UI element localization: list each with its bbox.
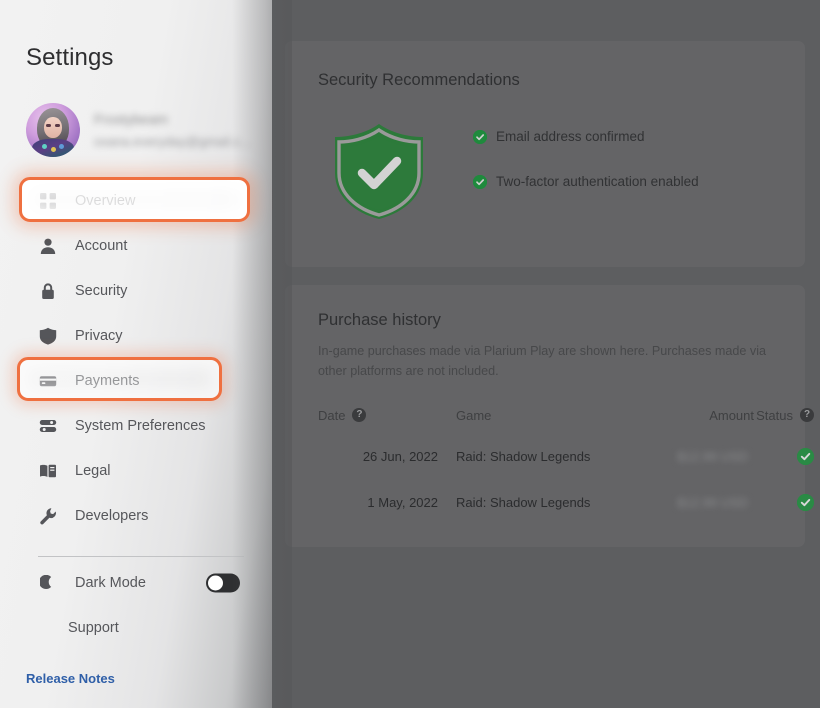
sidebar-item-system-preferences[interactable]: System Preferences bbox=[0, 403, 272, 448]
shield-icon bbox=[38, 326, 57, 345]
sidebar-item-support-label: Support bbox=[68, 620, 119, 636]
cell-amount: $12.99 USD bbox=[646, 495, 754, 510]
check-circle-icon bbox=[797, 494, 814, 511]
sidebar-item-overview[interactable]: Overview bbox=[0, 178, 272, 223]
profile-email: oxana.everyday@gmail.c... bbox=[94, 134, 251, 149]
security-items-list: Email address confirmed Two-factor authe… bbox=[473, 129, 699, 189]
security-recommendations-card: Security Recommendations bbox=[285, 41, 805, 267]
sidebar-item-overview-label: Overview bbox=[75, 193, 135, 209]
book-icon bbox=[38, 461, 57, 480]
column-header-status: Status ? bbox=[754, 408, 814, 423]
sidebar-item-security-label: Security bbox=[75, 283, 127, 299]
table-row[interactable]: 1 May, 2022 Raid: Shadow Legends $12.99 … bbox=[285, 479, 805, 525]
person-icon bbox=[38, 236, 57, 255]
cell-status bbox=[754, 448, 814, 465]
settings-sidebar: Settings Frostybeam oxana.everyday@gmail… bbox=[0, 0, 272, 708]
moon-icon bbox=[38, 573, 57, 592]
sidebar-item-payments[interactable]: Payments bbox=[0, 358, 272, 403]
sidebar-item-account[interactable]: Account bbox=[0, 223, 272, 268]
column-header-amount-label: Amount bbox=[709, 408, 754, 423]
security-card-title: Security Recommendations bbox=[318, 71, 520, 90]
wrench-icon bbox=[38, 506, 57, 525]
dark-mode-row[interactable]: Dark Mode bbox=[0, 560, 272, 605]
sidebar-item-developers[interactable]: Developers bbox=[0, 493, 272, 538]
purchase-card-title: Purchase history bbox=[318, 311, 441, 330]
toggle-knob bbox=[208, 575, 223, 590]
purchase-history-card: Purchase history In-game purchases made … bbox=[285, 285, 805, 547]
help-icon[interactable]: ? bbox=[800, 408, 814, 422]
sidebar-item-privacy[interactable]: Privacy bbox=[0, 313, 272, 358]
cell-amount: $12.99 USD bbox=[646, 449, 754, 464]
column-header-game: Game bbox=[456, 408, 646, 423]
column-header-amount: Amount bbox=[646, 408, 754, 423]
sidebar-nav: Overview Account Secur bbox=[0, 178, 272, 538]
release-notes-link[interactable]: Release Notes bbox=[26, 671, 115, 686]
cell-date: 1 May, 2022 bbox=[318, 495, 456, 510]
shield-check-icon bbox=[331, 121, 427, 221]
credit-card-icon bbox=[38, 371, 57, 390]
sidebar-item-legal-label: Legal bbox=[75, 463, 110, 479]
column-header-status-label: Status bbox=[756, 408, 793, 423]
lock-icon bbox=[38, 281, 57, 300]
main-content-area: Security Recommendations bbox=[272, 0, 820, 708]
purchase-description: In-game purchases made via Plarium Play … bbox=[318, 342, 790, 381]
security-item-label: Email address confirmed bbox=[496, 129, 645, 144]
sidebar-divider bbox=[38, 556, 244, 557]
page-title: Settings bbox=[26, 44, 114, 72]
cell-game: Raid: Shadow Legends bbox=[456, 495, 646, 510]
profile-username: Frostybeam bbox=[94, 111, 251, 127]
avatar bbox=[26, 103, 80, 157]
user-profile[interactable]: Frostybeam oxana.everyday@gmail.c... bbox=[26, 103, 251, 157]
sidebar-item-system-preferences-label: System Preferences bbox=[75, 418, 206, 434]
table-row[interactable]: 26 Jun, 2022 Raid: Shadow Legends $12.99… bbox=[285, 433, 805, 479]
sidebar-item-support[interactable]: Support bbox=[0, 606, 272, 650]
sidebar-item-account-label: Account bbox=[75, 238, 127, 254]
sidebar-item-security[interactable]: Security bbox=[0, 268, 272, 313]
dark-mode-toggle[interactable] bbox=[206, 573, 240, 592]
cell-status bbox=[754, 494, 814, 511]
sidebar-item-developers-label: Developers bbox=[75, 508, 148, 524]
column-header-date-label: Date bbox=[318, 408, 345, 423]
purchase-history-table: Date ? Game Amount bbox=[285, 397, 805, 525]
sidebar-item-legal[interactable]: Legal bbox=[0, 448, 272, 493]
column-header-game-label: Game bbox=[456, 408, 491, 423]
security-item: Two-factor authentication enabled bbox=[473, 174, 699, 189]
sidebar-item-privacy-label: Privacy bbox=[75, 328, 123, 344]
sidebar-item-payments-label: Payments bbox=[75, 373, 139, 389]
help-icon[interactable]: ? bbox=[352, 408, 366, 422]
settings-window: Security Recommendations bbox=[0, 0, 820, 708]
grid-icon bbox=[38, 191, 57, 210]
security-item: Email address confirmed bbox=[473, 129, 699, 144]
cell-date: 26 Jun, 2022 bbox=[318, 449, 456, 464]
sliders-icon bbox=[38, 416, 57, 435]
table-header-row: Date ? Game Amount bbox=[285, 397, 805, 433]
check-circle-icon bbox=[473, 175, 487, 189]
column-header-date: Date ? bbox=[318, 408, 456, 423]
cell-game: Raid: Shadow Legends bbox=[456, 449, 646, 464]
dark-mode-label: Dark Mode bbox=[75, 575, 146, 591]
check-circle-icon bbox=[797, 448, 814, 465]
security-item-label: Two-factor authentication enabled bbox=[496, 174, 699, 189]
check-circle-icon bbox=[473, 130, 487, 144]
